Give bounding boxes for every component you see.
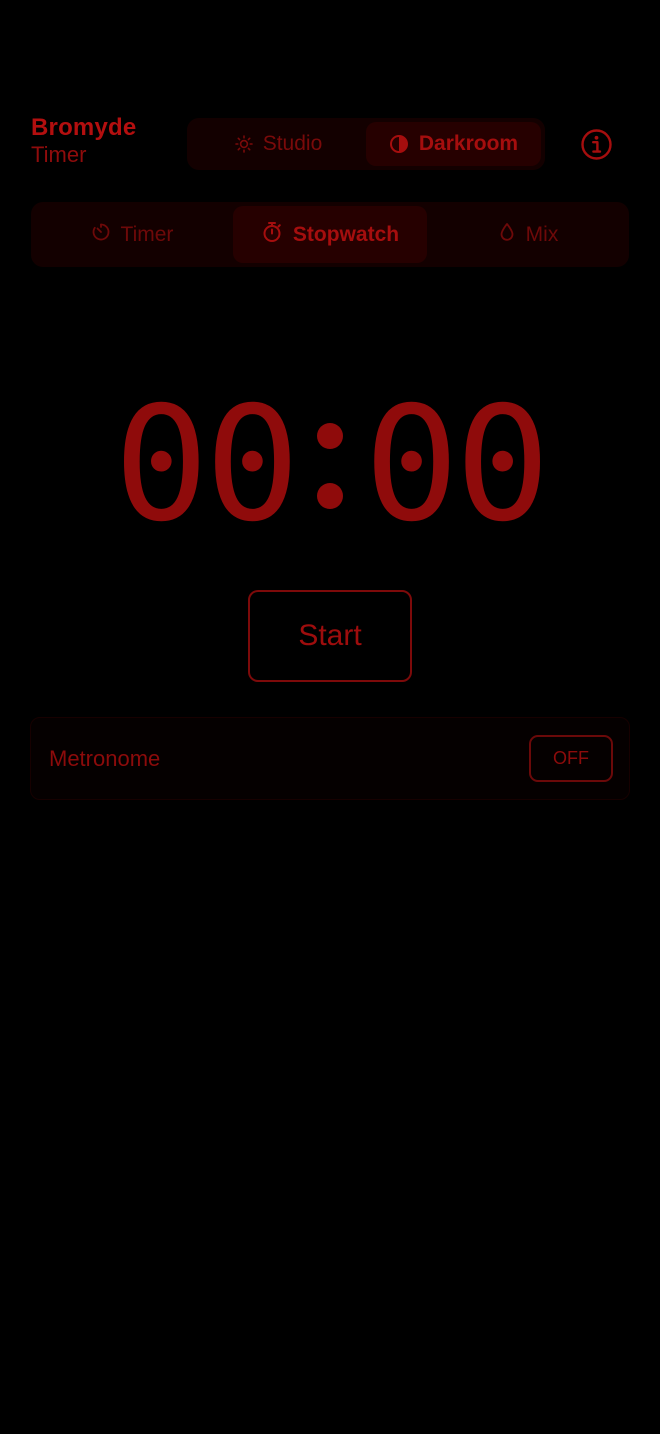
tab-stopwatch-label: Stopwatch: [292, 222, 400, 246]
tab-stopwatch[interactable]: Stopwatch: [233, 206, 427, 263]
mode-tabs: Timer Stopwatch Mix: [31, 202, 629, 267]
info-icon: [581, 129, 612, 160]
metronome-toggle[interactable]: OFF: [529, 735, 613, 782]
tab-mix-label: Mix: [525, 222, 559, 246]
seconds-value: 00: [364, 373, 550, 557]
mode-darkroom-button[interactable]: Darkroom: [366, 122, 541, 166]
brand: Bromyde Timer: [31, 116, 136, 166]
stopwatch-display: 00 00: [0, 380, 660, 550]
start-button[interactable]: Start: [248, 590, 412, 682]
mode-studio-button[interactable]: Studio: [191, 122, 366, 166]
drop-icon: [498, 222, 516, 248]
timer-icon: [91, 222, 111, 248]
contrast-icon: [389, 134, 409, 154]
mode-studio-label: Studio: [262, 132, 323, 155]
time-separator: [296, 405, 364, 525]
minutes-value: 00: [113, 373, 300, 557]
metronome-label: Metronome: [49, 746, 161, 771]
info-button[interactable]: [580, 128, 613, 161]
mode-switch: Studio Darkroom: [187, 118, 545, 170]
tab-mix[interactable]: Mix: [431, 206, 625, 263]
tab-timer[interactable]: Timer: [35, 206, 229, 263]
brand-name: Bromyde: [31, 114, 137, 141]
sun-icon: [234, 135, 253, 153]
tab-timer-label: Timer: [120, 222, 174, 246]
stopwatch-icon: [261, 221, 283, 249]
brand-subtitle: Timer: [31, 142, 87, 167]
metronome-row: Metronome OFF: [30, 717, 630, 800]
mode-darkroom-label: Darkroom: [418, 132, 519, 155]
